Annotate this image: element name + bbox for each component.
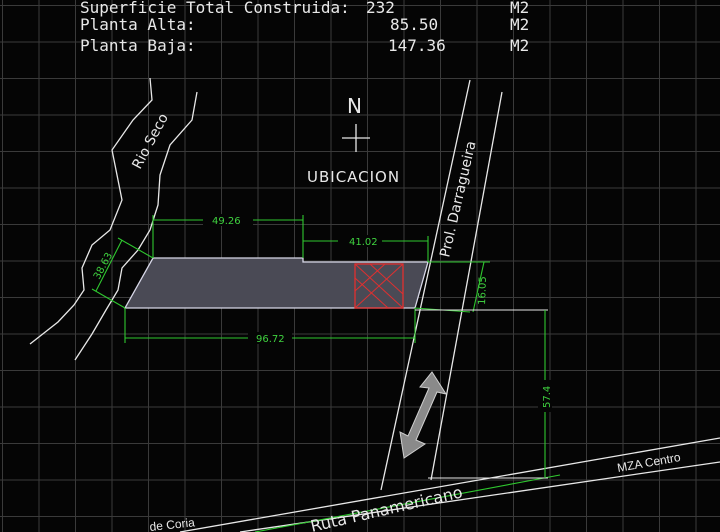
- dim-right-value: 16.05: [477, 276, 489, 305]
- location-title: UBICACION: [307, 168, 400, 186]
- dim-left-value: 38.63: [92, 251, 115, 281]
- summary-unit-upper: M2: [510, 15, 529, 34]
- river-rio-seco: Rio Seco: [29, 77, 198, 361]
- site-plan-svg: Superficie Total Construida: 232 M2 Plan…: [29, 0, 720, 532]
- area-summary: Superficie Total Construida: 232 M2 Plan…: [80, 0, 529, 55]
- river-label: Rio Seco: [129, 111, 171, 172]
- dim-top-right-value: 41.02: [349, 237, 378, 248]
- dim-vertical-value: 57.4: [542, 386, 553, 408]
- cad-drawing: Superficie Total Construida: 232 M2 Plan…: [0, 0, 720, 532]
- summary-value-lower: 147.36: [388, 36, 446, 55]
- river-bank-right: [74, 91, 198, 361]
- dim-top-left-value: 49.26: [212, 216, 241, 227]
- access-double-arrow: [399, 371, 448, 459]
- double-arrow-shape: [399, 371, 448, 459]
- north-label: N: [347, 94, 362, 118]
- highway-ruta-panamericano: Ruta Panamericano MZA Centro de Coria: [149, 437, 720, 532]
- north-indicator: N: [342, 94, 370, 152]
- coria-label: de Coria: [149, 515, 196, 532]
- summary-label-upper: Planta Alta:: [80, 15, 196, 34]
- lot: [123, 257, 429, 309]
- summary-value-upper: 85.50: [390, 15, 438, 34]
- summary-unit-lower: M2: [510, 36, 529, 55]
- dimensions: 49.26 41.02 96.72 38.63 16.05 57.4: [91, 214, 553, 479]
- highway-label: Ruta Panamericano: [309, 482, 465, 532]
- dim-bottom-value: 96.72: [256, 334, 285, 345]
- summary-label-lower: Planta Baja:: [80, 36, 196, 55]
